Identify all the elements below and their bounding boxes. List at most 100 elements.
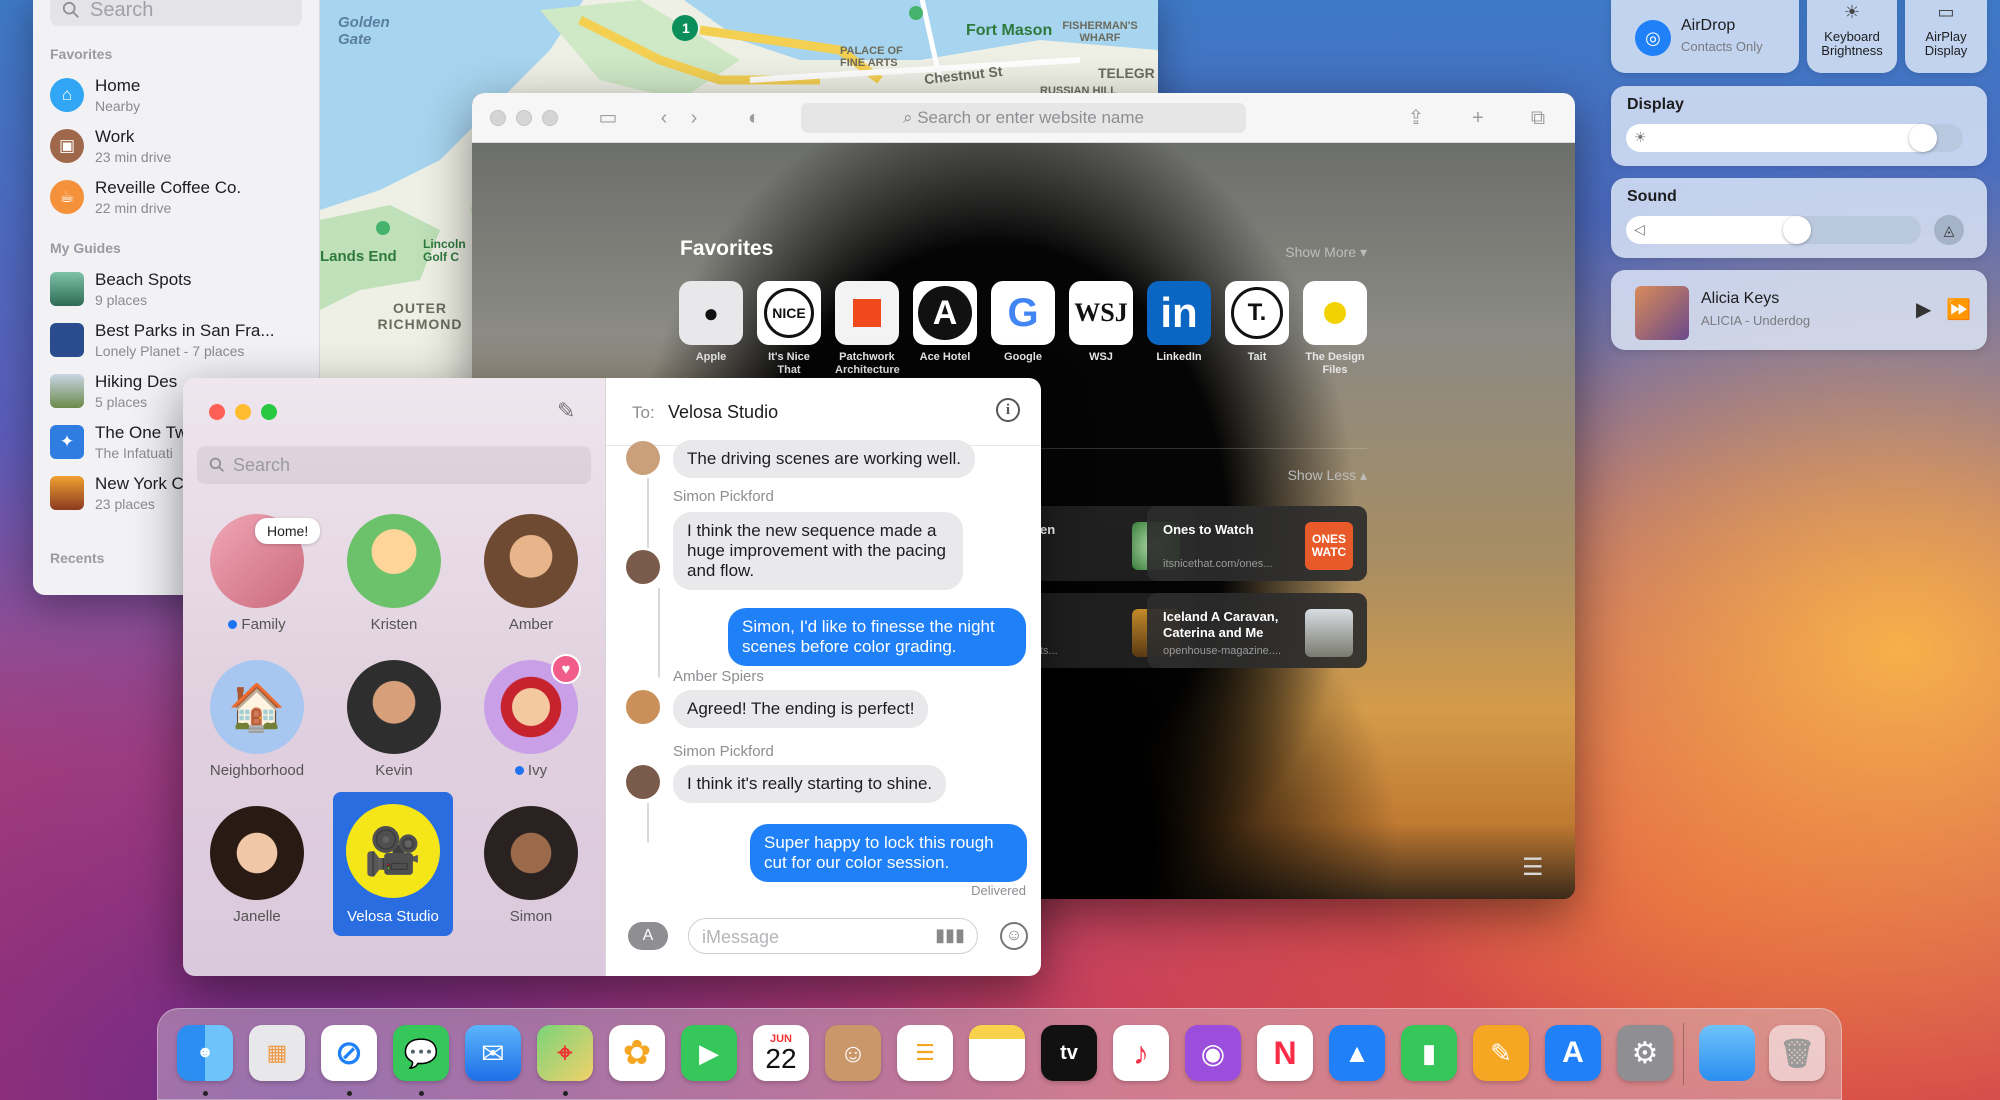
- contacts-icon[interactable]: ☺: [825, 1025, 881, 1081]
- emoji-icon[interactable]: ☺: [1000, 922, 1028, 950]
- podcasts-icon[interactable]: ◉: [1185, 1025, 1241, 1081]
- notes-icon[interactable]: [969, 1025, 1025, 1081]
- fast-forward-icon[interactable]: ⏩: [1946, 297, 1971, 322]
- favorite-work[interactable]: ▣ Work 23 min drive: [50, 125, 310, 173]
- compose-icon[interactable]: ✎: [557, 398, 583, 424]
- volume-slider[interactable]: ◁: [1626, 216, 1921, 244]
- sidebar-icon[interactable]: ▭: [596, 106, 620, 130]
- customize-start-page-icon[interactable]: ☰: [1522, 853, 1552, 881]
- favorite-tile-label: Tait: [1247, 351, 1267, 363]
- facetime-icon[interactable]: ▶: [681, 1025, 737, 1081]
- keyboard-brightness-button[interactable]: ☀ Keyboard Brightness: [1807, 0, 1897, 73]
- linkedin-logo-icon: in: [1147, 281, 1211, 345]
- mail-icon[interactable]: ✉: [465, 1025, 521, 1081]
- app-store-icon[interactable]: A: [1545, 1025, 1601, 1081]
- recipient-name[interactable]: Velosa Studio: [668, 402, 778, 423]
- app-store-apps-icon[interactable]: A: [628, 922, 668, 950]
- music-icon[interactable]: ♪: [1113, 1025, 1169, 1081]
- favorite-tile-its-nice-that[interactable]: NICE It's Nice That: [757, 281, 821, 377]
- imessage-input[interactable]: iMessage ▮▮▮: [688, 918, 978, 954]
- favorite-home[interactable]: ⌂ Home Nearby: [50, 74, 310, 122]
- reading-list-card[interactable]: Ones to Watch itsnicethat.com/ones... ON…: [1147, 506, 1367, 581]
- info-icon[interactable]: i: [996, 398, 1020, 422]
- maps-icon[interactable]: ⌖: [537, 1025, 593, 1081]
- pinned-conversation-neighborhood[interactable]: 🏠 Neighborhood: [197, 652, 317, 790]
- pinned-conversation-simon[interactable]: Simon: [471, 798, 591, 936]
- numbers-icon[interactable]: ▮: [1401, 1025, 1457, 1081]
- favorite-tile-ace-hotel[interactable]: A Ace Hotel: [913, 281, 977, 364]
- airdrop-panel[interactable]: ◎ AirDrop Contacts Only: [1611, 0, 1799, 73]
- message-bubble-incoming[interactable]: The driving scenes are working well.: [673, 440, 976, 478]
- pinned-conversation-kristen[interactable]: Kristen: [334, 506, 454, 644]
- message-bubble-outgoing[interactable]: Super happy to lock this rough cut for o…: [750, 824, 1027, 882]
- maps-search-input[interactable]: Search: [50, 0, 302, 26]
- pinned-conversation-janelle[interactable]: Janelle: [197, 798, 317, 936]
- avatar: [210, 806, 304, 900]
- news-icon[interactable]: N: [1257, 1025, 1313, 1081]
- sun-icon: ☀: [1634, 129, 1647, 145]
- photos-icon[interactable]: ✿: [609, 1025, 665, 1081]
- apple-tv-icon[interactable]: tv: [1041, 1025, 1097, 1081]
- patchwork-logo-icon: [835, 281, 899, 345]
- minimize-button[interactable]: [516, 110, 532, 126]
- keynote-icon[interactable]: ▲: [1329, 1025, 1385, 1081]
- new-tab-icon[interactable]: +: [1466, 106, 1490, 130]
- now-playing-panel[interactable]: Alicia Keys ALICIA - Underdog ▶ ⏩: [1611, 270, 1987, 350]
- favorite-tile-patchwork[interactable]: Patchwork Architecture: [835, 281, 900, 377]
- forward-icon[interactable]: ›: [682, 106, 706, 130]
- show-more-button[interactable]: Show More ▾: [1285, 244, 1367, 261]
- pinned-conversation-family[interactable]: Home! Family: [197, 506, 321, 644]
- message-bubble-outgoing[interactable]: Simon, I'd like to finesse the night sce…: [728, 608, 1026, 666]
- pinned-conversation-ivy[interactable]: ♥ Ivy: [471, 652, 591, 790]
- shield-icon[interactable]: ◐: [742, 106, 766, 130]
- zoom-button[interactable]: [261, 404, 277, 420]
- back-icon[interactable]: ‹: [652, 106, 676, 130]
- pinned-conversation-kevin[interactable]: Kevin: [334, 652, 454, 790]
- reading-list-card[interactable]: Iceland A Caravan, Caterina and Me openh…: [1147, 593, 1367, 668]
- sender-avatar: [626, 441, 660, 475]
- pages-icon[interactable]: ✎: [1473, 1025, 1529, 1081]
- zoom-button[interactable]: [542, 110, 558, 126]
- play-icon[interactable]: ▶: [1916, 297, 1931, 322]
- reminders-icon[interactable]: ☰: [897, 1025, 953, 1081]
- address-bar[interactable]: ⌕ Search or enter website name: [801, 103, 1246, 133]
- calendar-icon[interactable]: JUN 22: [753, 1025, 809, 1081]
- system-preferences-icon[interactable]: ⚙: [1617, 1025, 1673, 1081]
- close-button[interactable]: [490, 110, 506, 126]
- messages-icon[interactable]: 💬: [393, 1025, 449, 1081]
- display-slider-knob[interactable]: [1908, 124, 1937, 152]
- show-less-button[interactable]: Show Less ▴: [1288, 467, 1367, 484]
- audio-waveform-icon[interactable]: ▮▮▮: [935, 925, 965, 946]
- downloads-folder-icon[interactable]: [1699, 1025, 1755, 1081]
- display-brightness-slider[interactable]: ☀: [1626, 124, 1963, 152]
- message-bubble-incoming[interactable]: I think the new sequence made a huge imp…: [673, 512, 963, 590]
- message-bubble-incoming[interactable]: I think it's really starting to shine.: [673, 765, 947, 803]
- share-icon[interactable]: ⇪: [1404, 106, 1428, 130]
- minimize-button[interactable]: [235, 404, 251, 420]
- airplay-display-button[interactable]: ▭ AirPlay Display: [1905, 0, 1987, 73]
- briefcase-icon: ▣: [50, 129, 84, 163]
- trash-icon[interactable]: 🗑: [1769, 1025, 1825, 1081]
- launchpad-icon[interactable]: ▦: [249, 1025, 305, 1081]
- to-label: To:: [632, 403, 655, 422]
- safari-icon[interactable]: ⊘: [321, 1025, 377, 1081]
- favorite-tile-tait[interactable]: T. Tait: [1225, 281, 1289, 364]
- favorite-tile-google[interactable]: G Google: [991, 281, 1055, 364]
- close-button[interactable]: [209, 404, 225, 420]
- favorite-tile-linkedin[interactable]: in LinkedIn: [1147, 281, 1211, 364]
- airplay-audio-icon[interactable]: ◬: [1934, 215, 1964, 245]
- favorite-tile-design-files[interactable]: The Design Files: [1303, 281, 1367, 377]
- volume-slider-knob[interactable]: [1783, 216, 1812, 244]
- favorite-coffee[interactable]: ☕ Reveille Coffee Co. 22 min drive: [50, 176, 310, 224]
- favorite-tile-wsj[interactable]: WSJ WSJ: [1069, 281, 1133, 364]
- finder-icon[interactable]: ☻: [177, 1025, 233, 1081]
- imessage-placeholder: iMessage: [702, 927, 780, 947]
- tab-overview-icon[interactable]: ⧉: [1526, 106, 1550, 130]
- pinned-conversation-velosa-studio[interactable]: 🎥 Velosa Studio: [333, 792, 453, 936]
- message-bubble-incoming[interactable]: Agreed! The ending is perfect!: [673, 690, 929, 728]
- favorite-tile-apple[interactable]: ● Apple: [679, 281, 743, 364]
- guide-item[interactable]: Best Parks in San Fra... Lonely Planet -…: [50, 319, 310, 367]
- messages-search-input[interactable]: Search: [197, 446, 591, 484]
- guide-item[interactable]: Beach Spots 9 places: [50, 268, 310, 316]
- pinned-conversation-amber[interactable]: Amber: [471, 506, 591, 644]
